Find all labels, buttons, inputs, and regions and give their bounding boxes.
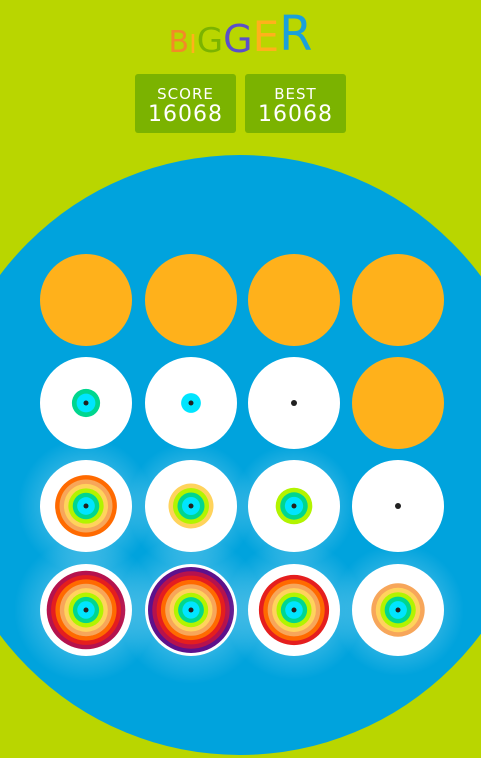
empty-tile-disc bbox=[40, 254, 132, 346]
empty-tile bbox=[352, 357, 444, 449]
tile-ring bbox=[83, 503, 89, 509]
tile-ring bbox=[83, 400, 89, 406]
tile-ring bbox=[291, 400, 297, 406]
circle-tile bbox=[248, 357, 340, 449]
circle-tile bbox=[352, 460, 444, 552]
tile-ring bbox=[291, 607, 297, 613]
empty-tile bbox=[145, 254, 237, 346]
circle-tile bbox=[332, 544, 464, 676]
tile-ring bbox=[291, 503, 297, 509]
empty-tile-disc bbox=[248, 254, 340, 346]
tile-ring bbox=[395, 607, 401, 613]
tile-ring bbox=[83, 607, 89, 613]
empty-tile-disc bbox=[352, 254, 444, 346]
tile-ring bbox=[395, 503, 401, 509]
game-board[interactable] bbox=[0, 0, 481, 758]
empty-tile bbox=[248, 254, 340, 346]
tile-ring bbox=[188, 400, 194, 406]
empty-tile-disc bbox=[145, 254, 237, 346]
tile-ring bbox=[188, 503, 194, 509]
tile-ring bbox=[188, 607, 194, 613]
circle-tile bbox=[40, 357, 132, 449]
empty-tile bbox=[352, 254, 444, 346]
empty-tile-disc bbox=[352, 357, 444, 449]
empty-tile bbox=[40, 254, 132, 346]
circle-tile bbox=[145, 357, 237, 449]
